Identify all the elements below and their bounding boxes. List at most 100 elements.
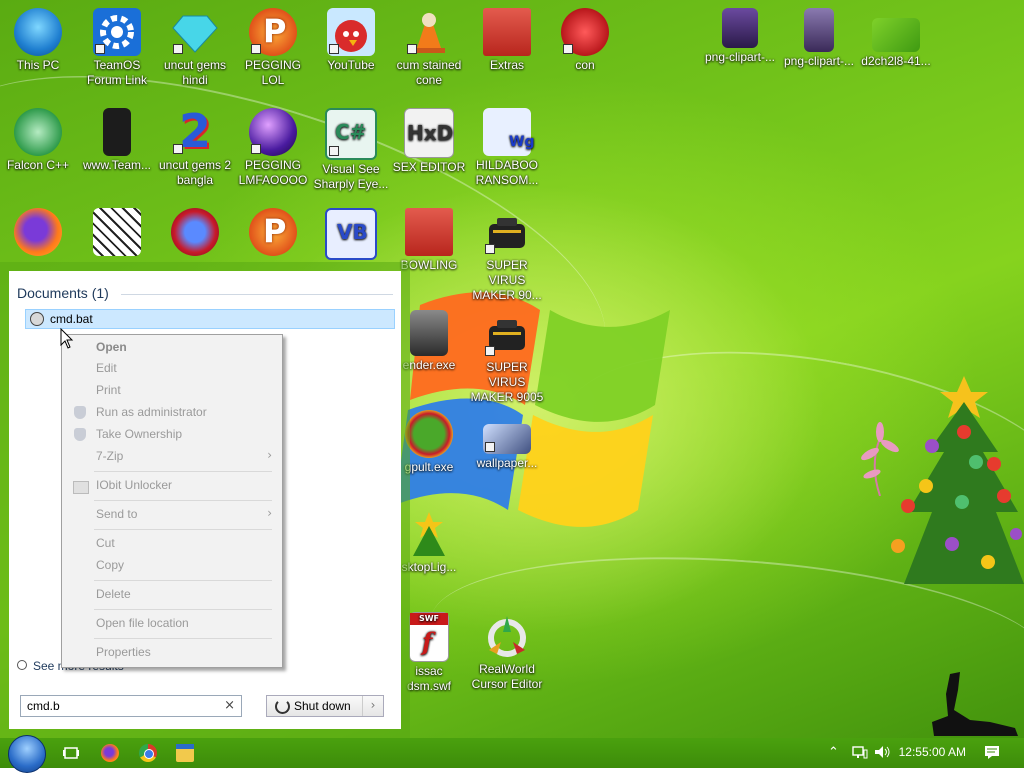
search-result-cmd-bat[interactable]: cmd.bat bbox=[25, 309, 395, 329]
desktop-icon-youtube[interactable]: YouTube bbox=[311, 8, 391, 73]
menu-item-open[interactable]: Open bbox=[96, 340, 127, 354]
menu-item-delete[interactable]: Delete bbox=[96, 587, 131, 601]
desktop-icon-label: SUPER VIRUS MAKER 9005 bbox=[470, 360, 544, 404]
desktop-icon-extras[interactable]: Extras bbox=[467, 8, 547, 73]
task-view-icon[interactable] bbox=[62, 744, 80, 762]
desktop-icon-uncut-gems-2-bangla[interactable]: 2 uncut gems 2 bangla bbox=[155, 104, 235, 188]
power-icon bbox=[275, 699, 290, 714]
desktop-icon-png-clipart-1[interactable]: png-clipart-... bbox=[700, 8, 780, 65]
desktop-icon-d2ch2l8[interactable]: d2ch2l8-41... bbox=[856, 8, 936, 69]
desktop-icon-super-virus-maker-9005[interactable]: SUPER VIRUS MAKER 9005 bbox=[467, 310, 547, 405]
desktop-icon-vb[interactable]: VB bbox=[311, 208, 391, 262]
image-file-icon bbox=[483, 424, 531, 454]
desktop-icon-firefox[interactable] bbox=[0, 208, 78, 258]
submenu-arrow-icon: › bbox=[267, 506, 272, 520]
menu-item-open-file-location[interactable]: Open file location bbox=[96, 616, 189, 630]
folder-icon bbox=[405, 208, 453, 256]
pink-flower-image bbox=[861, 422, 899, 496]
desktop-icon-realworld-cursor-editor[interactable]: RealWorld Cursor Editor bbox=[467, 612, 547, 692]
desktop-icon-peggle[interactable]: P bbox=[233, 208, 313, 258]
desktop-icon-falcon-cpp[interactable]: Falcon C++ bbox=[0, 108, 78, 173]
menu-separator bbox=[94, 580, 272, 581]
menu-item-edit[interactable]: Edit bbox=[96, 361, 117, 375]
desktop-icon-pixel-art[interactable] bbox=[77, 208, 157, 258]
clear-search-icon[interactable]: × bbox=[224, 698, 235, 713]
firefox-icon bbox=[14, 208, 62, 256]
menu-item-send-to[interactable]: Send to bbox=[96, 507, 137, 521]
desktop-icon-label: TeamOS Forum Link bbox=[86, 58, 148, 87]
firefox-icon[interactable] bbox=[101, 744, 119, 762]
notification-icon[interactable] bbox=[984, 745, 1000, 763]
speaker-icon[interactable] bbox=[874, 745, 892, 763]
section-divider bbox=[121, 294, 393, 295]
system-clock[interactable]: 12:55:00 AM bbox=[899, 745, 966, 759]
menu-item-properties[interactable]: Properties bbox=[96, 645, 151, 659]
peggle-icon: P bbox=[249, 208, 297, 256]
desktop-icon-pegging-lol[interactable]: P PEGGING LOL bbox=[233, 8, 313, 88]
shield-icon bbox=[74, 406, 86, 419]
desktop-icon-wallpaper[interactable]: wallpaper... bbox=[467, 410, 547, 471]
start-search-box[interactable]: × bbox=[20, 695, 242, 717]
desktop-icon-label: d2ch2l8-41... bbox=[861, 54, 931, 68]
flash-file-icon: SWF f bbox=[409, 612, 449, 662]
network-icon[interactable] bbox=[852, 745, 868, 763]
traffic-cone-icon bbox=[405, 8, 453, 56]
desktop-icon-hildaboo-ransom[interactable]: Wg HILDABOO RANSOM... bbox=[467, 108, 547, 188]
desktop-icon-pegging-lmfaoooo[interactable]: PEGGING LMFAOOOO bbox=[233, 108, 313, 188]
desktop-icon-this-pc[interactable]: This PC bbox=[0, 8, 78, 73]
camera-bag-icon bbox=[483, 208, 531, 256]
start-orb-icon[interactable] bbox=[8, 735, 46, 773]
menu-item-iobit-unlocker[interactable]: IObit Unlocker bbox=[96, 478, 172, 492]
taskbar: ⌃ 12:55:00 AM bbox=[0, 735, 1024, 773]
script-icon: Wg bbox=[483, 108, 534, 156]
chrome-icon[interactable] bbox=[139, 744, 157, 762]
menu-item-print[interactable]: Print bbox=[96, 383, 121, 397]
search-icon bbox=[17, 660, 27, 670]
menu-separator bbox=[94, 471, 272, 472]
menu-separator bbox=[94, 638, 272, 639]
angry-bird-icon bbox=[327, 8, 375, 56]
desktop-icon-visual-see-sharply[interactable]: C# Visual See Sharply Eye... bbox=[311, 108, 391, 192]
desktop-icon-label: HILDABOO RANSOM... bbox=[475, 158, 539, 187]
iobit-unlocker-icon bbox=[73, 481, 89, 494]
desktop-icon-label: YouTube bbox=[327, 58, 375, 72]
desktop-icon-label: cum stained cone bbox=[396, 58, 462, 87]
shutdown-button[interactable]: Shut down › bbox=[266, 695, 384, 717]
menu-separator bbox=[94, 500, 272, 501]
menu-item-take-ownership[interactable]: Take Ownership bbox=[96, 427, 182, 441]
desktop-icon-label: uncut gems 2 bangla bbox=[158, 158, 232, 187]
desktop-icon-super-virus-maker-90[interactable]: SUPER VIRUS MAKER 90... bbox=[467, 208, 547, 303]
desktop-icon-png-clipart-2[interactable]: png-clipart-... bbox=[779, 8, 859, 69]
desktop-icon-con[interactable]: con bbox=[545, 8, 625, 73]
context-menu: Open Edit Print Run as administrator Tak… bbox=[61, 334, 283, 668]
desktop-icon-label: png-clipart-... bbox=[704, 50, 776, 64]
orb-icon bbox=[249, 108, 297, 156]
peggle-icon: P bbox=[249, 8, 297, 56]
menu-item-cut[interactable]: Cut bbox=[96, 536, 115, 550]
image-file-icon bbox=[722, 8, 758, 48]
desktop-icon-sex-editor[interactable]: HxD SEX EDITOR bbox=[389, 108, 469, 175]
menu-item-7-zip[interactable]: 7-Zip bbox=[96, 449, 123, 463]
chevron-up-icon[interactable]: ⌃ bbox=[828, 745, 839, 760]
shutdown-options-arrow[interactable]: › bbox=[362, 696, 383, 716]
christmas-tree-icon bbox=[405, 510, 453, 558]
desktop-icon-teamos[interactable]: TeamOS Forum Link bbox=[77, 8, 157, 88]
search-input[interactable] bbox=[25, 698, 219, 714]
menu-separator bbox=[94, 529, 272, 530]
shield-icon bbox=[74, 428, 86, 441]
cursor-editor-icon bbox=[483, 612, 531, 660]
visual-basic-icon: VB bbox=[325, 208, 377, 260]
desktop-icon-www-team[interactable]: www.Team... bbox=[77, 108, 157, 173]
desktop-icon-label: Visual See Sharply Eye... bbox=[313, 162, 389, 191]
desktop-icon-cum-stained-cone[interactable]: cum stained cone bbox=[389, 8, 469, 88]
desktop-icon-label: Falcon C++ bbox=[6, 158, 70, 172]
number-two-icon: 2 bbox=[171, 104, 219, 158]
menu-item-run-as-administrator[interactable]: Run as administrator bbox=[96, 405, 207, 419]
frog-icon bbox=[405, 410, 453, 458]
character-icon bbox=[561, 8, 609, 56]
desktop-icon-gem-game[interactable] bbox=[155, 208, 235, 258]
menu-item-copy[interactable]: Copy bbox=[96, 558, 124, 572]
file-explorer-icon[interactable] bbox=[176, 744, 194, 762]
csharp-icon: C# bbox=[325, 108, 377, 160]
desktop-icon-uncut-gems-hindi[interactable]: uncut gems hindi bbox=[155, 8, 235, 88]
